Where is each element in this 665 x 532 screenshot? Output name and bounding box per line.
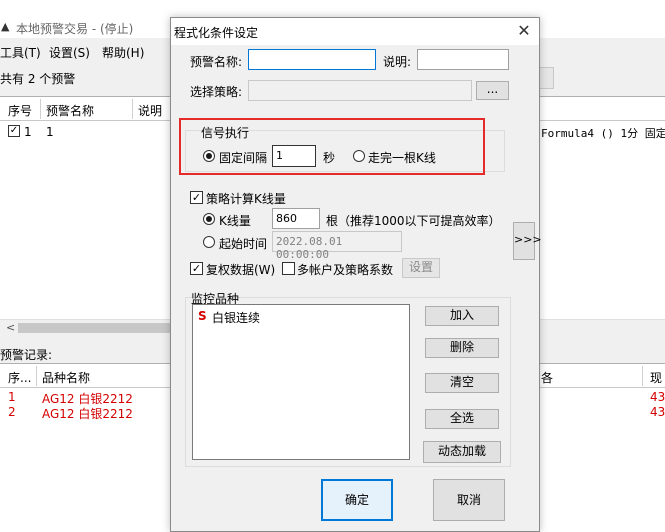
bars-radio[interactable]: [203, 213, 215, 225]
row-no: 1: [24, 125, 32, 139]
bars-label[interactable]: K线量: [219, 212, 251, 229]
description-input[interactable]: [417, 49, 509, 70]
browse-strategy-button[interactable]: ...: [476, 81, 509, 100]
delete-button[interactable]: 删除: [425, 338, 499, 358]
record-no: 1: [8, 390, 16, 404]
add-button[interactable]: 加入: [425, 306, 499, 326]
multi-account-checkbox[interactable]: [282, 262, 295, 275]
record-price: 430: [650, 405, 665, 419]
strategy-condition-dialog: 程式化条件设定 ✕ 预警名称: 说明: 选择策略: ... 信号执行 固定间隔 …: [170, 17, 542, 532]
multi-account-label[interactable]: 多帐户及策略系数: [297, 261, 393, 278]
dialog-title: 程式化条件设定: [174, 26, 259, 40]
rec-col-misc[interactable]: 各: [541, 369, 553, 386]
signal-highlight-box: [179, 118, 485, 175]
bars-input[interactable]: 860: [272, 208, 320, 229]
row-checkbox[interactable]: ✓: [8, 125, 20, 137]
strategy-label: 选择策略:: [190, 85, 243, 99]
record-price: 430: [650, 390, 665, 404]
row-name: 1: [46, 125, 54, 139]
menu-help[interactable]: 帮助(H): [102, 44, 144, 61]
description-label: 说明:: [383, 55, 412, 69]
app-warning-icon: ▲: [1, 20, 10, 33]
select-all-button[interactable]: 全选: [425, 409, 499, 429]
rec-col-price[interactable]: 现: [650, 369, 662, 386]
bars-hint: 根（推荐1000以下可提高效率）: [326, 214, 501, 228]
cancel-button[interactable]: 取消: [433, 479, 505, 521]
dialog-titlebar: 程式化条件设定 ✕: [171, 18, 539, 45]
row-formula-text: Formula4 () 1分 固定: [541, 127, 665, 140]
settings-button[interactable]: 设置: [402, 258, 440, 278]
rec-col-no[interactable]: 序...: [8, 369, 31, 386]
col-header-name[interactable]: 预警名称: [46, 102, 94, 119]
expand-button[interactable]: >>>: [513, 222, 542, 260]
scroll-left-icon[interactable]: <: [6, 321, 15, 334]
scroll-thumb[interactable]: [18, 323, 178, 333]
calc-bars-label[interactable]: 策略计算K线量: [206, 190, 286, 207]
rec-col-name[interactable]: 品种名称: [42, 369, 90, 386]
dynamic-load-button[interactable]: 动态加载: [423, 441, 501, 463]
warning-name-label: 预警名称:: [190, 55, 243, 69]
monitor-item-label[interactable]: 白银连续: [212, 309, 260, 326]
warning-count-text: 共有 2 个预警: [0, 72, 76, 86]
record-no: 2: [8, 405, 16, 419]
start-time-label[interactable]: 起始时间: [219, 235, 267, 252]
start-time-radio[interactable]: [203, 236, 215, 248]
col-header-no[interactable]: 序号: [8, 102, 32, 119]
menu-settings[interactable]: 设置(S): [49, 44, 90, 61]
records-label: 预警记录:: [0, 348, 53, 362]
monitor-list[interactable]: S 白银连续: [192, 304, 410, 460]
adjust-data-label[interactable]: 复权数据(W): [206, 261, 275, 278]
monitor-item-prefix: S: [198, 309, 207, 323]
clear-button[interactable]: 清空: [425, 373, 499, 393]
col-header-desc[interactable]: 说明: [138, 102, 162, 119]
start-time-input[interactable]: 2022.08.01 00:00:00: [272, 231, 402, 261]
close-icon[interactable]: ✕: [513, 20, 535, 42]
calc-bars-checkbox[interactable]: ✓: [190, 191, 203, 204]
main-window-title: 本地预警交易 - (停止): [16, 22, 134, 36]
record-name: AG12 白银2212: [42, 407, 133, 421]
menu-tools[interactable]: 工具(T): [0, 44, 41, 61]
strategy-input[interactable]: [248, 80, 472, 101]
adjust-data-checkbox[interactable]: ✓: [190, 262, 203, 275]
warning-name-input[interactable]: [248, 49, 376, 70]
ok-button[interactable]: 确定: [321, 479, 393, 521]
